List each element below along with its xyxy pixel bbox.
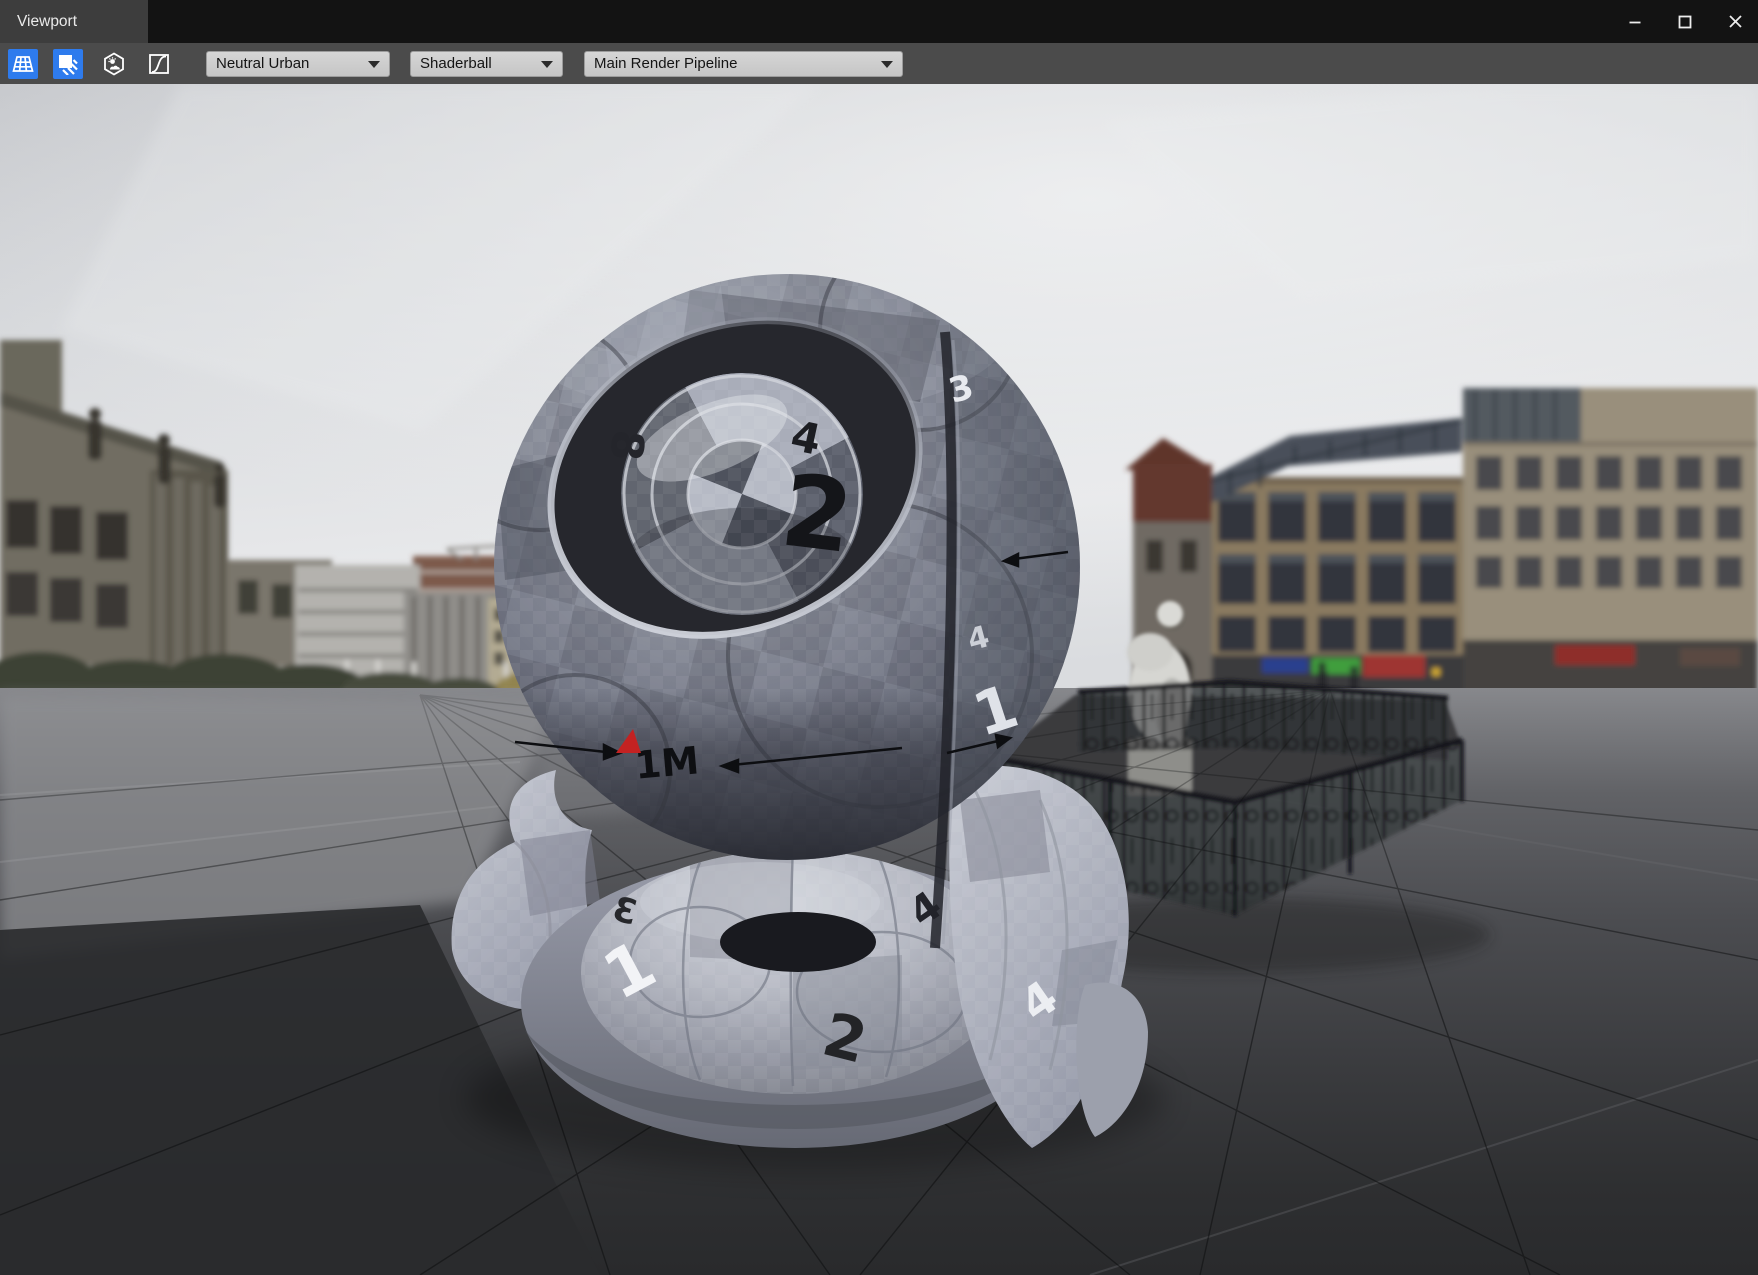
- tab-viewport[interactable]: Viewport: [0, 0, 148, 43]
- viewport-canvas[interactable]: 3 1 2 4: [0, 84, 1758, 1275]
- tool-btn-environment[interactable]: [99, 49, 129, 79]
- window-controls: [1620, 0, 1750, 43]
- tool-btn-shadows[interactable]: [53, 49, 83, 79]
- tone-curve-icon: [148, 53, 170, 75]
- tab-viewport-label: Viewport: [17, 13, 77, 31]
- tool-btn-ground-grid[interactable]: [8, 49, 38, 79]
- render-pipeline-dropdown-value: Main Render Pipeline: [594, 55, 737, 72]
- dropdown-caret-icon: [368, 61, 380, 68]
- maximize-icon: [1678, 15, 1692, 29]
- viewport-toolbar: Neutral Urban Shaderball Main Render Pip…: [0, 43, 1758, 84]
- environment-dropdown-value: Neutral Urban: [216, 55, 309, 72]
- shadow-plane-icon: [57, 53, 79, 75]
- minimize-icon: [1628, 15, 1642, 29]
- preview-mesh-dropdown[interactable]: Shaderball: [410, 51, 563, 77]
- dropdown-caret-icon: [541, 61, 553, 68]
- preview-mesh-dropdown-value: Shaderball: [420, 55, 492, 72]
- render-pipeline-dropdown[interactable]: Main Render Pipeline: [584, 51, 903, 77]
- dropdown-caret-icon: [881, 61, 893, 68]
- hexagon-environment-icon: [102, 52, 126, 76]
- viewport-window: Viewport: [0, 0, 1758, 1275]
- environment-dropdown[interactable]: Neutral Urban: [206, 51, 390, 77]
- perspective-grid-icon: [12, 53, 34, 75]
- maximize-button[interactable]: [1670, 7, 1700, 37]
- ball-label-8: 8: [600, 428, 653, 463]
- close-button[interactable]: [1720, 7, 1750, 37]
- lookdev-scene: 3 1 2 4: [0, 84, 1758, 1275]
- close-icon: [1728, 14, 1743, 29]
- titlebar: Viewport: [0, 0, 1758, 43]
- minimize-button[interactable]: [1620, 7, 1650, 37]
- ball-label-1m: 1M: [633, 738, 701, 787]
- tool-btn-tonemap[interactable]: [144, 49, 174, 79]
- ball-label-2: 2: [776, 451, 859, 576]
